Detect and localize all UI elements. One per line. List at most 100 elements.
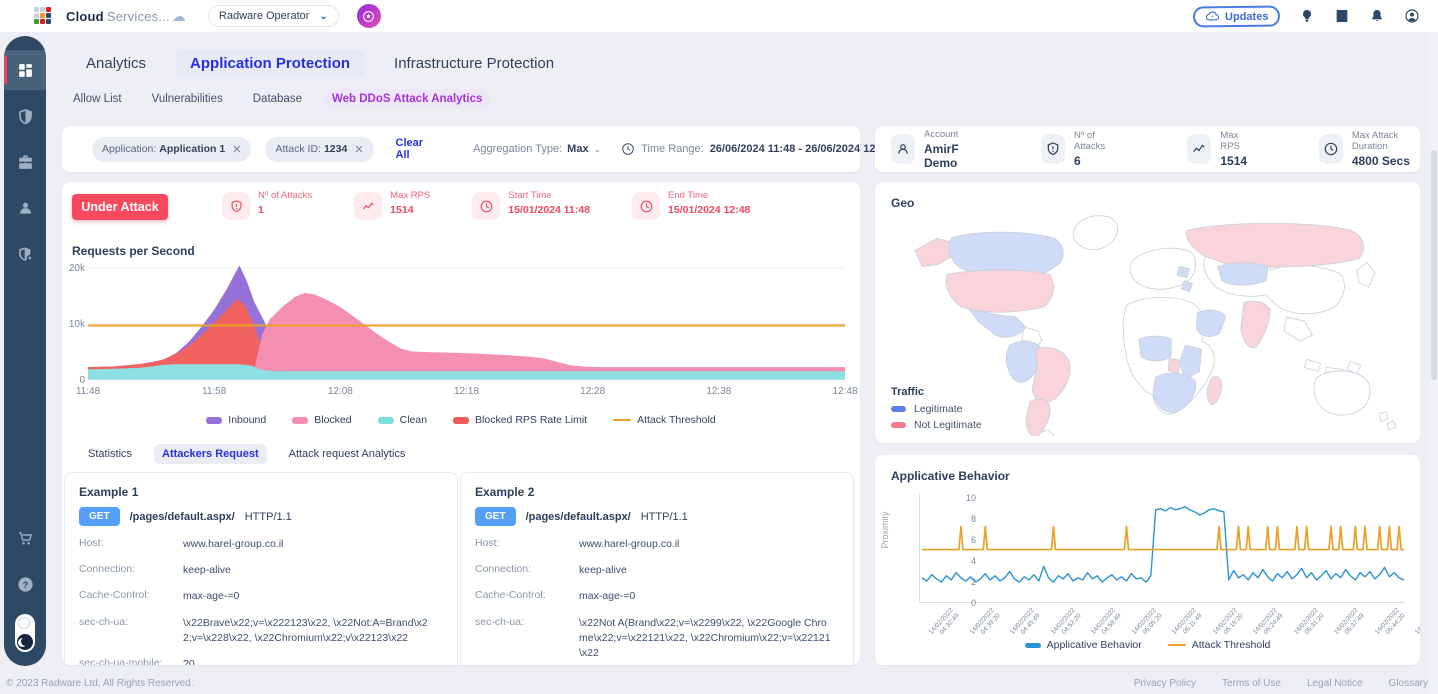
stat-label: Max RPS [390,190,430,201]
remove-chip-icon[interactable]: ✕ [232,143,241,156]
legend-label: Applicative Behavior [1047,639,1142,651]
sidebar-item-protection[interactable] [4,96,46,136]
scrollbar-thumb[interactable] [1431,150,1437,380]
tab-statistics[interactable]: Statistics [80,444,140,464]
sidebar-item-services[interactable] [4,234,46,274]
sidebar-item-marketplace[interactable] [4,518,46,558]
x-tick-label: 12:48 [823,386,860,397]
x-tick-label: 14/02/2022 05:50:49 [1414,607,1420,642]
subtab-allow-list[interactable]: Allow List [65,89,130,109]
legend-item[interactable]: Blocked [292,414,351,426]
app-switcher-badge[interactable] [357,4,381,28]
x-tick-label: 14/02/2022 04:52:20 [1049,607,1083,642]
y-tick-label: 6 [956,535,976,545]
country-canada [949,232,1063,276]
subtab-database[interactable]: Database [245,89,310,109]
shield-icon [16,107,35,126]
attack-stat-end-time: End Time15/01/2024 12:48 [632,190,750,220]
tab-application-protection[interactable]: Application Protection [176,50,364,77]
stat-value: 1514 [1220,154,1252,168]
time-range-value: 26/06/2024 11:48 - 26/06/2024 12:48 [710,143,892,155]
legend-item[interactable]: Attack Threshold [1168,639,1271,651]
legend-swatch [1168,644,1186,647]
stat-value: 15/01/2024 12:48 [668,204,750,216]
chip-value: 1234 [324,143,347,155]
y-tick-label: 4 [956,556,976,566]
filter-chip-attack-id[interactable]: Attack ID: 1234 ✕ [265,137,373,162]
cloud-icon: ☁ [172,8,186,25]
sidebar-item-assets[interactable] [4,142,46,182]
copyright-text: © 2023 Radware Ltd. All Rights Reserved. [6,678,193,689]
y-tick-label: 0 [956,598,976,608]
legend-item[interactable]: Attack Threshold [613,414,716,426]
legend-item[interactable]: Applicative Behavior [1025,639,1142,651]
clear-all-button[interactable]: Clear All [396,137,424,161]
sidebar-item-help[interactable]: ? [4,564,46,604]
sidebar-item-users[interactable] [4,188,46,228]
bell-icon[interactable] [1368,8,1385,25]
stat-value: 1 [258,204,312,216]
y-tick-label: 8 [956,514,976,524]
country-australia [1314,371,1370,415]
star-badge-icon [362,10,375,23]
footer-link-terms-of-use[interactable]: Terms of Use [1222,678,1281,689]
x-tick-label: 12:08 [318,386,362,397]
bulb-icon[interactable] [1298,8,1315,25]
tab-attack-request-analytics[interactable]: Attack request Analytics [281,444,414,464]
footer-link-privacy-policy[interactable]: Privacy Policy [1134,678,1196,689]
tab-attackers-request[interactable]: Attackers Request [154,444,267,464]
svg-text:?: ? [22,579,28,589]
chevron-down-icon: ⌄ [594,144,602,155]
header-value: www.harel-group.co.il [183,537,283,552]
remove-chip-icon[interactable]: ✕ [354,143,363,156]
legend-item[interactable]: Clean [378,414,427,426]
person-icon [891,134,915,164]
filter-chip-application[interactable]: Application: Application 1 ✕ [92,137,251,162]
legend-not-legitimate[interactable]: Not Legitimate [891,419,982,431]
footer-link-glossary[interactable]: Glossary [1389,678,1428,689]
rps-chart-legend: Inbound Blocked Clean Blocked RPS Rate Limi… [62,414,860,426]
x-tick-label: 14/02/2022 05:37:49 [1333,607,1367,642]
subtab-vulnerabilities[interactable]: Vulnerabilities [144,89,231,109]
x-tick-label: 14/02/2022 05:18:20 [1211,607,1245,642]
x-tick-label: 14/02/2022 04:45:49 [1009,607,1043,642]
legend-swatch [613,419,631,422]
stat-label: Account [924,129,981,140]
release-notes-icon[interactable] [1333,8,1350,25]
main-tabs: Analytics Application Protection Infrast… [72,50,568,77]
sidebar: ? [4,36,46,666]
rps-area-chart [88,262,845,380]
attack-stat-num-attacks: Nº of Attacks1 [222,190,312,220]
region-west-africa [1139,336,1171,361]
operator-dropdown[interactable]: Radware Operator ⌄ [208,5,339,27]
stat-max-attack-duration: Max Attack Duration4800 Secs [1319,130,1420,168]
header-key: Host: [475,537,579,552]
subtab-web-ddos-attack-analytics[interactable]: Web DDoS Attack Analytics [324,89,490,109]
x-tick-label: 14/02/2022 05:24:49 [1252,607,1286,642]
dark-mode-moon-icon [17,634,33,650]
updates-button[interactable]: Updates [1192,5,1280,27]
tab-infrastructure-protection[interactable]: Infrastructure Protection [380,50,568,77]
time-range-dropdown[interactable]: Time Range: 26/06/2024 11:48 - 26/06/202… [621,142,905,156]
x-tick-label: 14/02/2022 05:05:20 [1130,607,1164,642]
header-key: sec-ch-ua: [79,616,183,646]
help-icon: ? [16,575,35,594]
legend-item[interactable]: Inbound [206,414,266,426]
region-southern-africa [1153,373,1196,412]
header-value: \x22Not A(Brand\x22;v=\x2299\x22, \x22Go… [579,616,831,662]
sidebar-item-dashboard[interactable] [4,50,46,90]
geo-panel: Geo Traffic Legitimate Not Le [875,182,1420,443]
legend-label: Inbound [228,414,266,426]
page-scrollbar[interactable] [1430,0,1438,694]
footer-link-legal-notice[interactable]: Legal Notice [1307,678,1363,689]
legend-legitimate[interactable]: Legitimate [891,403,982,415]
detail-tabs: Statistics Attackers Request Attack requ… [80,444,413,464]
theme-toggle[interactable] [15,614,35,652]
header-value: ?0 [183,657,195,665]
aggregation-type-dropdown[interactable]: Aggregation Type: Max ⌄ [473,143,601,155]
tab-analytics[interactable]: Analytics [72,50,160,77]
legend-item[interactable]: Blocked RPS Rate Limit [453,414,587,426]
user-avatar-icon[interactable] [1403,8,1420,25]
header-key: Cache-Control: [79,589,183,604]
clock-icon [632,192,660,220]
